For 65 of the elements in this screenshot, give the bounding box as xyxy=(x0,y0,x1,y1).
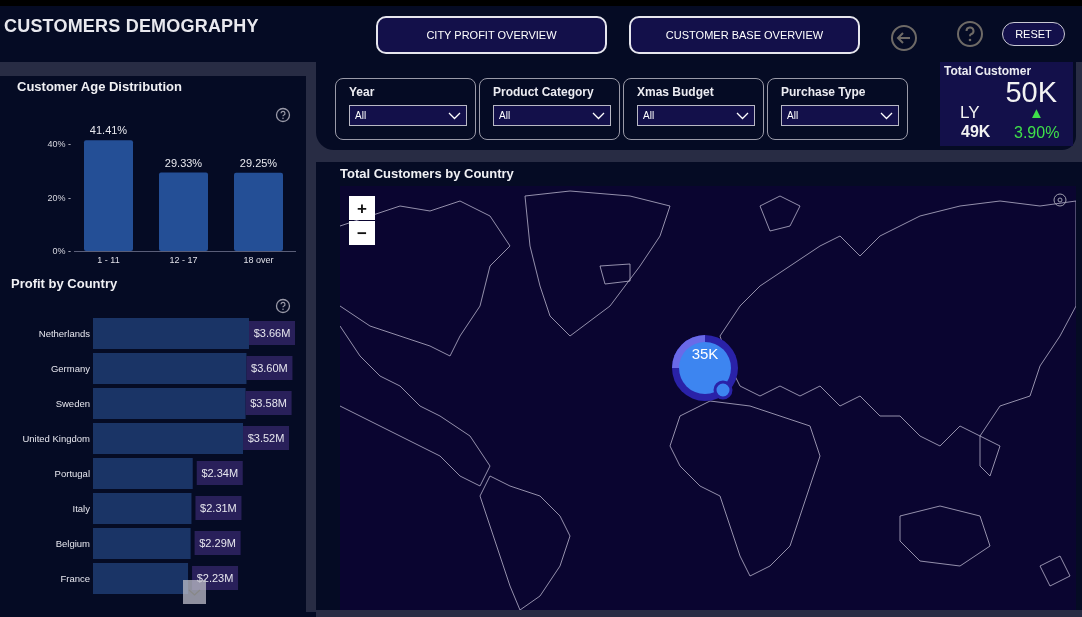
chevron-down-icon xyxy=(880,111,893,120)
data-label: $2.31M xyxy=(200,502,237,514)
filter-dropdown[interactable]: All xyxy=(349,105,467,126)
zoom-in-button[interactable]: + xyxy=(349,196,375,220)
data-label: $3.52M xyxy=(243,426,290,450)
filter-label: Year xyxy=(349,85,376,99)
last-year-label: LY xyxy=(960,103,980,123)
chart-title: Profit by Country xyxy=(10,275,119,291)
data-label: $3.58M xyxy=(245,391,292,415)
category-label: Netherlands xyxy=(38,328,90,339)
data-label: $3.58M xyxy=(250,397,287,409)
filter-label: Xmas Budget xyxy=(637,85,715,99)
data-label: $2.23M xyxy=(196,572,234,584)
data-label: 29.25% xyxy=(239,156,278,169)
data-label: 29.33% xyxy=(164,156,203,169)
filter-dropdown[interactable]: All xyxy=(637,105,755,126)
axis-tick-label: 40% - xyxy=(47,139,71,149)
category-label: 12 - 17 xyxy=(169,255,198,264)
data-label: $2.29M xyxy=(199,537,236,549)
axis-tick-label: 0% - xyxy=(52,246,71,256)
reset-button[interactable]: RESET xyxy=(1002,22,1065,46)
last-year-value: 49K xyxy=(961,123,991,141)
data-label: $3.52M xyxy=(247,432,285,444)
category-label: Portugal xyxy=(54,468,90,479)
filter-dropdown[interactable]: All xyxy=(493,105,611,126)
data-label: $3.66M xyxy=(249,321,295,345)
filter-dropdown[interactable]: All xyxy=(781,105,899,126)
dashboard-title: CUSTOMERS DEMOGRAPHY xyxy=(4,16,260,37)
category-label: Germany xyxy=(50,363,90,374)
map-bubble[interactable] xyxy=(713,380,733,400)
map-title: Total Customers by Country xyxy=(339,165,515,183)
data-label: $2.29M xyxy=(194,531,241,555)
data-label: $2.31M xyxy=(195,496,242,520)
category-label: Belgium xyxy=(55,538,90,549)
chevron-down-icon xyxy=(448,111,461,120)
chevron-down-icon xyxy=(592,111,605,120)
data-label: $2.34M xyxy=(201,467,239,479)
axis-tick-label: 20% - xyxy=(47,192,71,203)
filter-label: Product Category xyxy=(493,85,595,99)
data-label: 41.41% xyxy=(89,124,128,137)
bar[interactable] xyxy=(93,563,189,594)
data-label: $3.60M xyxy=(246,356,293,380)
category-label: United Kingdom xyxy=(22,433,90,444)
category-label: Italy xyxy=(72,503,90,514)
page-nav-button[interactable]: CUSTOMER BASE OVERVIEW xyxy=(629,16,860,54)
category-label: 1 - 11 xyxy=(97,255,120,264)
kpi-title: Total Customer xyxy=(944,64,1033,78)
help-icon[interactable] xyxy=(275,298,291,314)
data-label: $3.60M xyxy=(251,362,288,374)
filter-label: Purchase Type xyxy=(781,85,867,99)
bubble-label: 35K xyxy=(690,345,720,362)
focus-icon[interactable] xyxy=(1053,193,1067,207)
data-label: $3.66M xyxy=(253,327,291,339)
zoom-out-button[interactable]: − xyxy=(349,221,375,245)
category-label: France xyxy=(60,573,90,584)
page-nav-button[interactable]: CITY PROFIT OVERVIEW xyxy=(376,16,607,54)
chevron-down-icon xyxy=(736,111,749,120)
category-label: 18 over xyxy=(243,255,274,264)
map-bubble[interactable] xyxy=(672,335,738,401)
help-icon[interactable] xyxy=(956,20,984,48)
change-percent: 3.90% xyxy=(1014,124,1060,142)
data-label: $2.34M xyxy=(196,461,243,485)
chart-title: Customer Age Distribution xyxy=(16,78,183,94)
category-label: Sweden xyxy=(55,398,90,409)
help-icon[interactable] xyxy=(275,107,291,123)
